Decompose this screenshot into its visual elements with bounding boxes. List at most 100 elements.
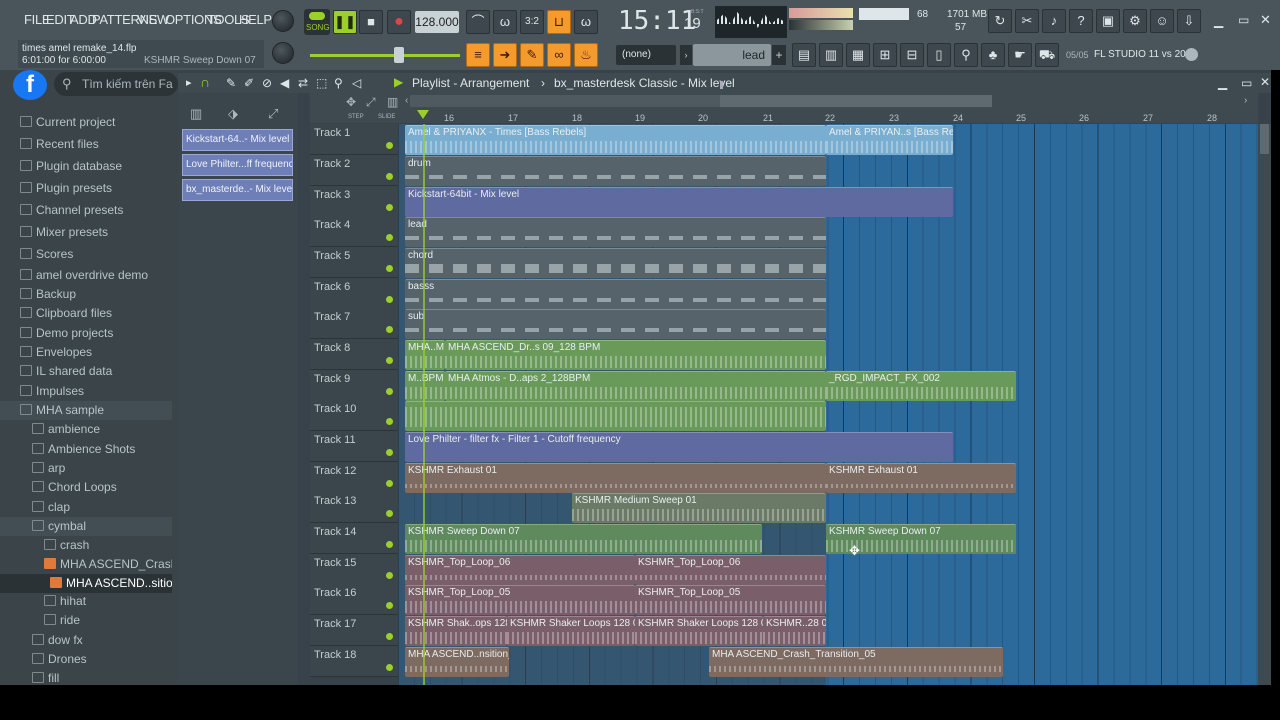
scroll-handle[interactable] [720,81,723,89]
horizontal-scrollbar[interactable] [410,95,992,107]
search-box[interactable]: ⚲ Tìm kiếm trên Fa [54,72,178,96]
track-header-12[interactable]: Track 12 [310,462,398,493]
download-icon[interactable]: ⇩ [1177,9,1201,33]
collapse-arrow-icon[interactable]: ▸ [186,76,192,89]
scroll-left-icon[interactable]: ‹ [405,95,408,106]
track-active-led[interactable] [386,572,393,579]
clip-track5-chord[interactable]: chord [405,248,826,278]
play-pattern-icon[interactable]: ▶ [394,75,403,89]
microphone-icon[interactable]: ♪ [1042,9,1066,33]
browser-item-mha-sample[interactable]: MHA sample [0,401,172,420]
browser-icon[interactable]: ▯ [927,43,951,67]
track-header-6[interactable]: Track 6 [310,278,398,309]
slider-handle[interactable] [394,47,404,63]
clip-track16-a[interactable]: KSHMR_Top_Loop_05 [405,585,635,615]
facebook-icon[interactable]: f [13,70,47,100]
clip-track6-basss[interactable]: basss [405,279,826,309]
save-icon[interactable]: ▣ [1096,9,1120,33]
piano-roll-icon[interactable]: ▥ [819,43,843,67]
browser-item-plugin-database[interactable]: Plugin database [0,157,172,176]
track-active-led[interactable] [386,602,393,609]
plugin-picker-icon[interactable]: ⚲ [954,43,978,67]
scroll-right-icon[interactable]: › [1244,95,1247,106]
track-header-5[interactable]: Track 5 [310,247,398,278]
track-active-led[interactable] [386,326,393,333]
slip-icon[interactable]: ⇄ [298,76,308,90]
track-header-14[interactable]: Track 14 [310,523,398,554]
track-header-1[interactable]: Track 1 [310,124,398,155]
picker-item-kickstart[interactable]: Kickstart-64..- Mix level [182,129,293,151]
select-icon[interactable]: ⬚ [316,76,327,90]
track-active-led[interactable] [386,234,393,241]
pattern-selector[interactable]: lead [693,44,771,66]
mixer-icon[interactable]: ⊞ [873,43,897,67]
plugin-icon[interactable]: ⚙ [1123,9,1147,33]
browser-item-current-project[interactable]: Current project [0,113,172,132]
clip-track16-b[interactable]: KSHMR_Top_Loop_05 [635,585,826,615]
clip-track8-a[interactable]: MHA..M [405,340,445,370]
clip-track3-automation[interactable]: Kickstart-64bit - Mix level [405,187,953,217]
track-header-7[interactable]: Track 7 [310,308,398,339]
track-active-led[interactable] [386,173,393,180]
picker-clips-icon[interactable]: ▥ [190,106,202,122]
master-volume-slider[interactable] [310,54,460,57]
loop-record-icon[interactable]: ω [574,10,598,34]
cut-icon[interactable]: ✂ [1015,9,1039,33]
track-active-led[interactable] [386,418,393,425]
vscroll-thumb[interactable] [1260,124,1269,154]
snap-tool-icon[interactable]: ≡ [466,43,490,67]
track-active-led[interactable] [386,204,393,211]
maximize-icon[interactable]: ▭ [1238,13,1250,27]
browser-item-crash[interactable]: crash [0,536,172,555]
mute-icon[interactable]: ◀ [280,76,289,90]
track-header-9[interactable]: Track 9 [310,370,398,401]
track-header-15[interactable]: Track 15 [310,554,398,585]
brush-icon[interactable]: ✐ [244,76,254,90]
browser-item-clipboard[interactable]: Clipboard files [0,304,172,323]
scrollbar-thumb[interactable] [720,95,992,107]
browser-item-drones[interactable]: Drones [0,650,172,669]
step-edit-icon[interactable]: ⊔ [547,10,571,34]
paint-tool-icon[interactable]: ✎ [520,43,544,67]
track-header-4[interactable]: Track 4 [310,216,398,247]
browser-item-amel-overdrive[interactable]: amel overdrive demo [0,266,172,285]
header-move-icon[interactable]: ✥ [346,95,356,109]
clip-track14-a[interactable]: KSHMR Sweep Down 07 [405,524,762,554]
close-icon[interactable]: ✕ [1260,12,1272,27]
clip-track17-c[interactable]: KSHMR Shaker Loops 128 01 [635,616,763,646]
track-active-led[interactable] [386,265,393,272]
link-icon[interactable]: ∞ [547,43,571,67]
header-curve-icon[interactable]: ⤢ [366,95,376,110]
browser-item-channel-presets[interactable]: Channel presets [0,201,172,220]
stop-button[interactable]: ■ [359,10,383,34]
track-active-led[interactable] [386,449,393,456]
clip-track2-drum[interactable]: drum [405,156,826,186]
clip-track17-d[interactable]: KSHMR..28 01 [763,616,826,646]
clip-track12-b[interactable]: KSHMR Exhaust 01 [826,463,1016,493]
clip-track9-b[interactable]: MHA Atmos - D..aps 2_128BPM [445,371,826,401]
track-header-2[interactable]: Track 2 [310,155,398,186]
clip-track7-sub[interactable]: sub [405,309,826,339]
countdown-icon[interactable]: 3:2 [520,10,544,34]
chat-icon[interactable]: ☺ [1150,9,1174,33]
pencil-icon[interactable]: ✎ [226,76,236,90]
clip-track1-b[interactable]: Amel & PRIYAN..s [Bass Rebels] [826,125,953,155]
track-active-led[interactable] [386,142,393,149]
clip-track18-a[interactable]: MHA ASCEND..nsition_05 [405,647,509,677]
clip-track9-c[interactable]: _RGD_IMPACT_FX_002 [826,371,1016,401]
clip-track18-b[interactable]: MHA ASCEND_Crash_Transition_05 [709,647,1003,677]
record-button[interactable]: ● [387,10,411,34]
track-active-led[interactable] [386,296,393,303]
clip-track15-b[interactable]: KSHMR_Top_Loop_06 [635,555,826,585]
browser-item-impulses[interactable]: Impulses [0,382,172,401]
browser-item-clap[interactable]: clap [0,498,172,517]
clip-track15-a[interactable]: KSHMR_Top_Loop_06 [405,555,635,585]
zoom-icon[interactable]: ⚲ [334,76,343,90]
playhead-marker-icon[interactable] [417,110,429,119]
browser-item-crash-03[interactable]: MHA ASCEND_Crash_03 [0,555,172,574]
clip-track1-a[interactable]: Amel & PRIYANX - Times [Bass Rebels] [405,125,826,155]
browser-item-mixer-presets[interactable]: Mixer presets [0,223,172,242]
help-icon[interactable]: ? [1069,9,1093,33]
metronome-icon[interactable]: ⌒ [466,10,490,34]
picker-automation-icon[interactable]: ⤢ [268,106,278,122]
